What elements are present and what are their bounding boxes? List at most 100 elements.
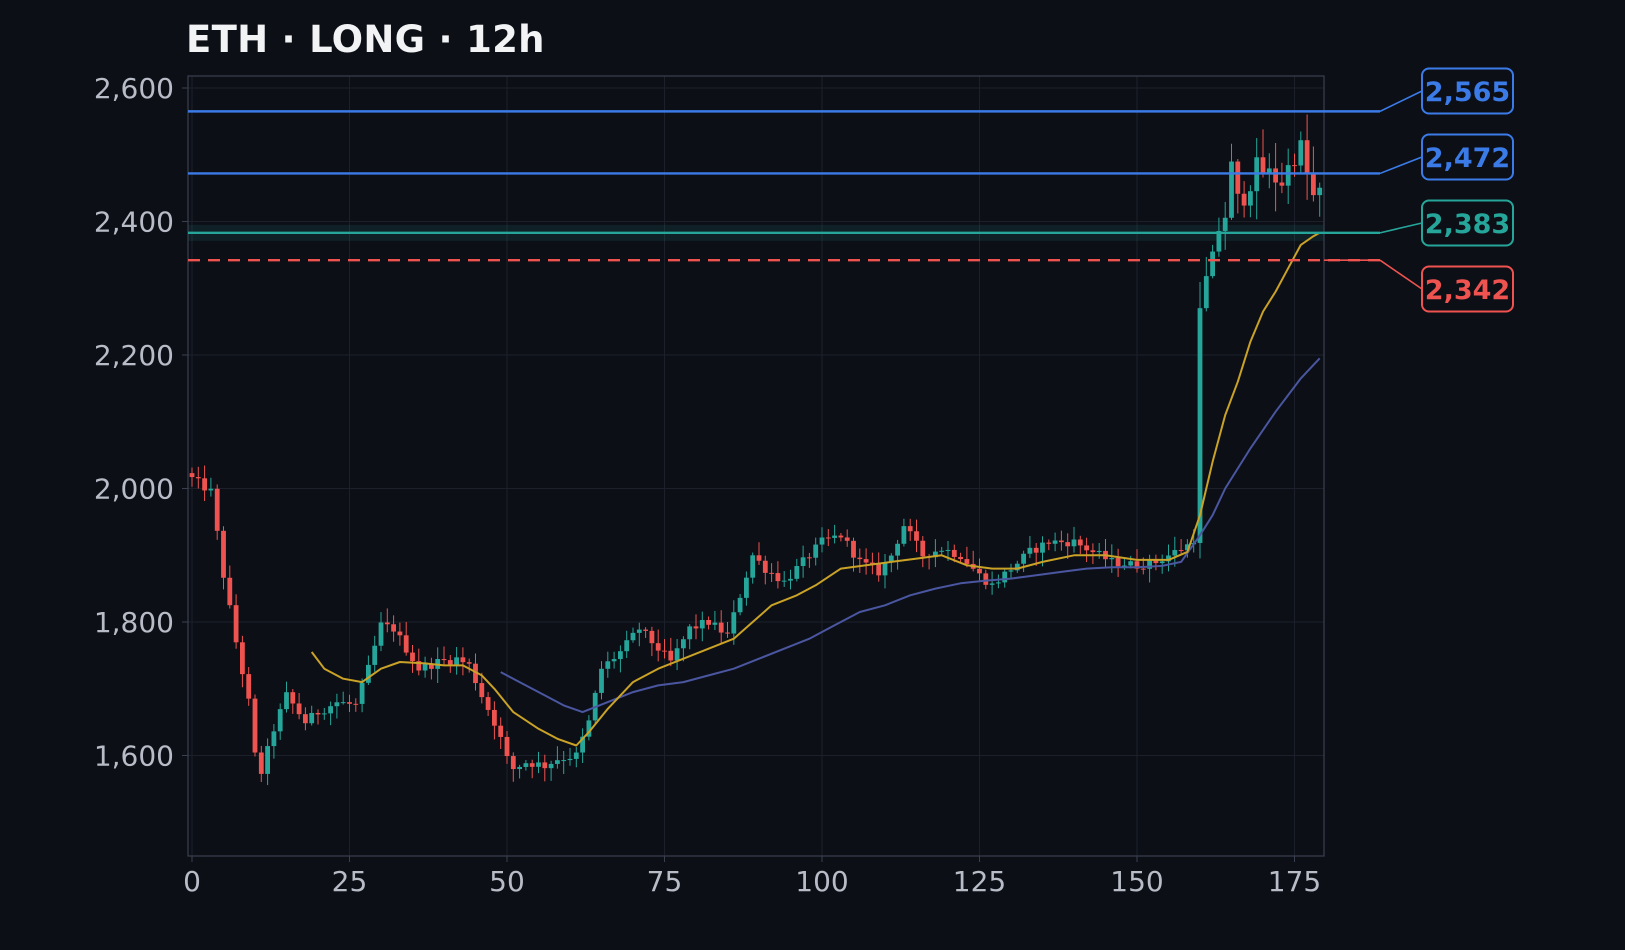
candle-body — [907, 526, 913, 532]
candle-body — [951, 549, 957, 557]
candle-body — [1235, 161, 1241, 194]
candle-body — [844, 537, 850, 541]
candle-body — [977, 568, 982, 574]
candle-body — [1084, 545, 1089, 551]
candle-body — [744, 577, 749, 598]
candle-body — [958, 556, 963, 560]
candle-body — [920, 540, 926, 557]
candle-body — [712, 622, 718, 625]
candle-body — [624, 640, 630, 652]
candle-body — [384, 622, 390, 625]
candle-body — [479, 683, 485, 698]
candle-body — [498, 725, 504, 737]
candle-body — [1065, 542, 1071, 547]
level-label: 2,565 — [1425, 77, 1510, 108]
candle-body — [542, 762, 548, 769]
level-label: 2,342 — [1425, 275, 1510, 306]
candle-body — [466, 662, 472, 664]
candle-body — [536, 762, 541, 767]
x-tick-label: 50 — [489, 865, 525, 898]
candle-body — [315, 712, 321, 715]
candle-body — [195, 477, 201, 479]
candle-body — [895, 543, 900, 556]
candle-body — [378, 622, 384, 646]
candle-body — [1260, 157, 1266, 174]
candle-body — [561, 760, 567, 762]
candle-body — [901, 526, 907, 544]
candle-body — [1052, 540, 1058, 544]
candle-body — [737, 597, 743, 613]
candle-body — [189, 473, 195, 478]
candle-body — [832, 535, 837, 538]
candle-body — [731, 612, 737, 634]
candle-body — [1115, 558, 1121, 567]
candle-body — [1172, 550, 1178, 556]
y-tick-label: 1,600 — [94, 740, 174, 773]
level-label: 2,472 — [1425, 143, 1510, 174]
candle-body — [1216, 230, 1222, 252]
candle-body — [1090, 550, 1096, 553]
candle-body — [214, 488, 220, 531]
candle-body — [1311, 173, 1316, 196]
candle-body — [529, 763, 535, 767]
candle-body — [1279, 182, 1285, 186]
candle-body — [321, 713, 327, 715]
y-tick-label: 1,800 — [94, 606, 174, 639]
candle-body — [882, 562, 888, 576]
x-tick-label: 75 — [647, 865, 683, 898]
candle-body — [611, 659, 617, 662]
candle-body — [1071, 539, 1077, 547]
candle-body — [460, 657, 466, 663]
candle-body — [372, 645, 378, 665]
candle-body — [271, 731, 277, 747]
candle-body — [340, 702, 346, 704]
candle-body — [939, 550, 945, 552]
candle-body — [1210, 251, 1215, 277]
candlestick-chart: 0 25 50 75 100 125 150 175 1,600 1,800 2,000 2,200 2… — [94, 67, 1514, 898]
candle-body — [258, 752, 264, 774]
candle-body — [681, 639, 686, 649]
candle-body — [813, 544, 819, 558]
candle-body — [1140, 568, 1146, 570]
candle-body — [996, 582, 1001, 584]
candle-body — [769, 572, 774, 574]
candle-body — [265, 746, 270, 774]
x-tick-label: 25 — [332, 865, 368, 898]
candle-body — [725, 632, 730, 634]
candle-body — [1292, 165, 1297, 167]
candle-body — [983, 573, 989, 585]
candle-body — [1059, 540, 1064, 543]
candle-body — [857, 557, 863, 560]
plot-area — [188, 76, 1324, 856]
candle-body — [447, 660, 453, 665]
y-tick-label: 2,000 — [94, 473, 174, 506]
candle-body — [510, 756, 516, 770]
candle-body — [1248, 191, 1253, 206]
candle-body — [662, 650, 667, 652]
candle-body — [227, 577, 233, 606]
candle-body — [328, 706, 333, 714]
level-label: 2,383 — [1425, 209, 1510, 240]
candle-body — [573, 752, 579, 759]
candle-body — [391, 624, 396, 632]
candle-body — [555, 760, 560, 764]
candle-body — [693, 626, 699, 629]
x-tick-label: 0 — [183, 865, 201, 898]
candle-body — [303, 714, 308, 724]
candle-body — [914, 531, 919, 541]
candle-body — [403, 635, 409, 653]
candle-body — [718, 622, 724, 633]
candle-body — [706, 620, 711, 625]
candle-body — [788, 578, 793, 581]
candle-body — [492, 709, 497, 726]
x-tick-label: 150 — [1110, 865, 1163, 898]
candle-body — [605, 661, 611, 669]
candle-body — [523, 763, 529, 767]
candle-body — [548, 763, 554, 769]
candle-body — [1159, 561, 1165, 564]
candle-body — [567, 758, 573, 761]
candle-body — [825, 537, 831, 539]
candle-body — [649, 630, 655, 644]
candle-body — [863, 559, 869, 563]
candle-body — [485, 697, 491, 710]
